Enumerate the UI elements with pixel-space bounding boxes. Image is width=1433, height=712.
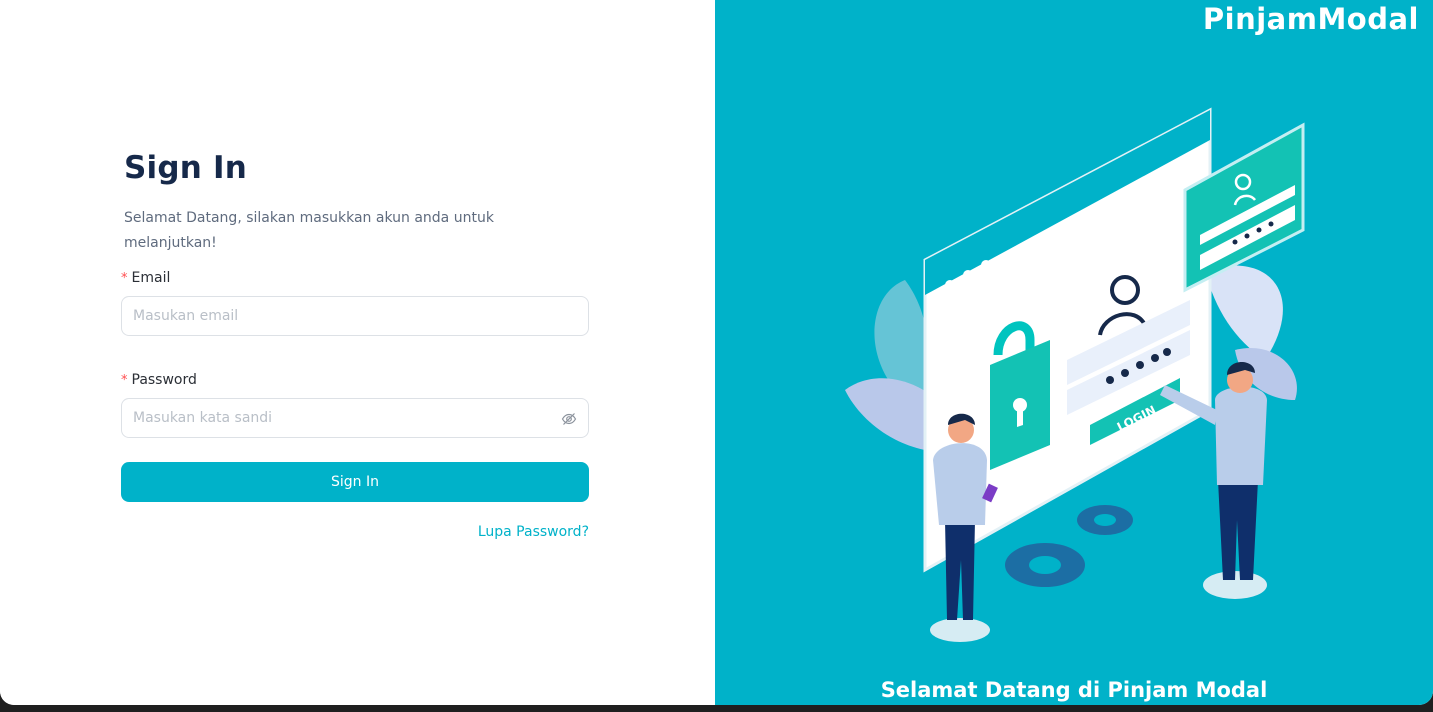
password-field[interactable] [122,399,588,437]
signin-form: Sign In Selamat Datang, silakan masukkan… [121,150,589,540]
login-illustration: LOGIN [845,107,1305,642]
email-label: * Email [121,270,589,286]
forgot-password-link[interactable]: Lupa Password? [478,524,589,540]
leaf-right [1205,265,1283,360]
eye-slash-icon[interactable] [561,411,577,427]
email-label-text: Email [131,270,171,286]
required-mark: * [121,270,128,286]
person-right [1215,386,1267,485]
brand-logo: PinjamModal [1202,2,1419,36]
forgot-password-row: Lupa Password? [121,524,589,540]
password-field-wrapper [121,398,589,438]
welcome-heading: Selamat Datang di Pinjam Modal [880,678,1268,702]
signin-button[interactable]: Sign In [121,462,589,502]
signin-subtitle: Selamat Datang, silakan masukkan akun an… [124,210,494,251]
person-left [933,443,987,525]
login-page: Sign In Selamat Datang, silakan masukkan… [0,0,1433,705]
password-label-text: Password [131,372,197,388]
email-field[interactable] [122,297,588,335]
signin-panel: Sign In Selamat Datang, silakan masukkan… [0,0,715,705]
required-mark: * [121,372,128,388]
page-title: Sign In [124,150,248,186]
password-label: * Password [121,372,589,388]
email-field-wrapper [121,296,589,336]
brand-panel: PinjamModal LOGIN Selamat Datang di Pinj… [715,0,1433,705]
